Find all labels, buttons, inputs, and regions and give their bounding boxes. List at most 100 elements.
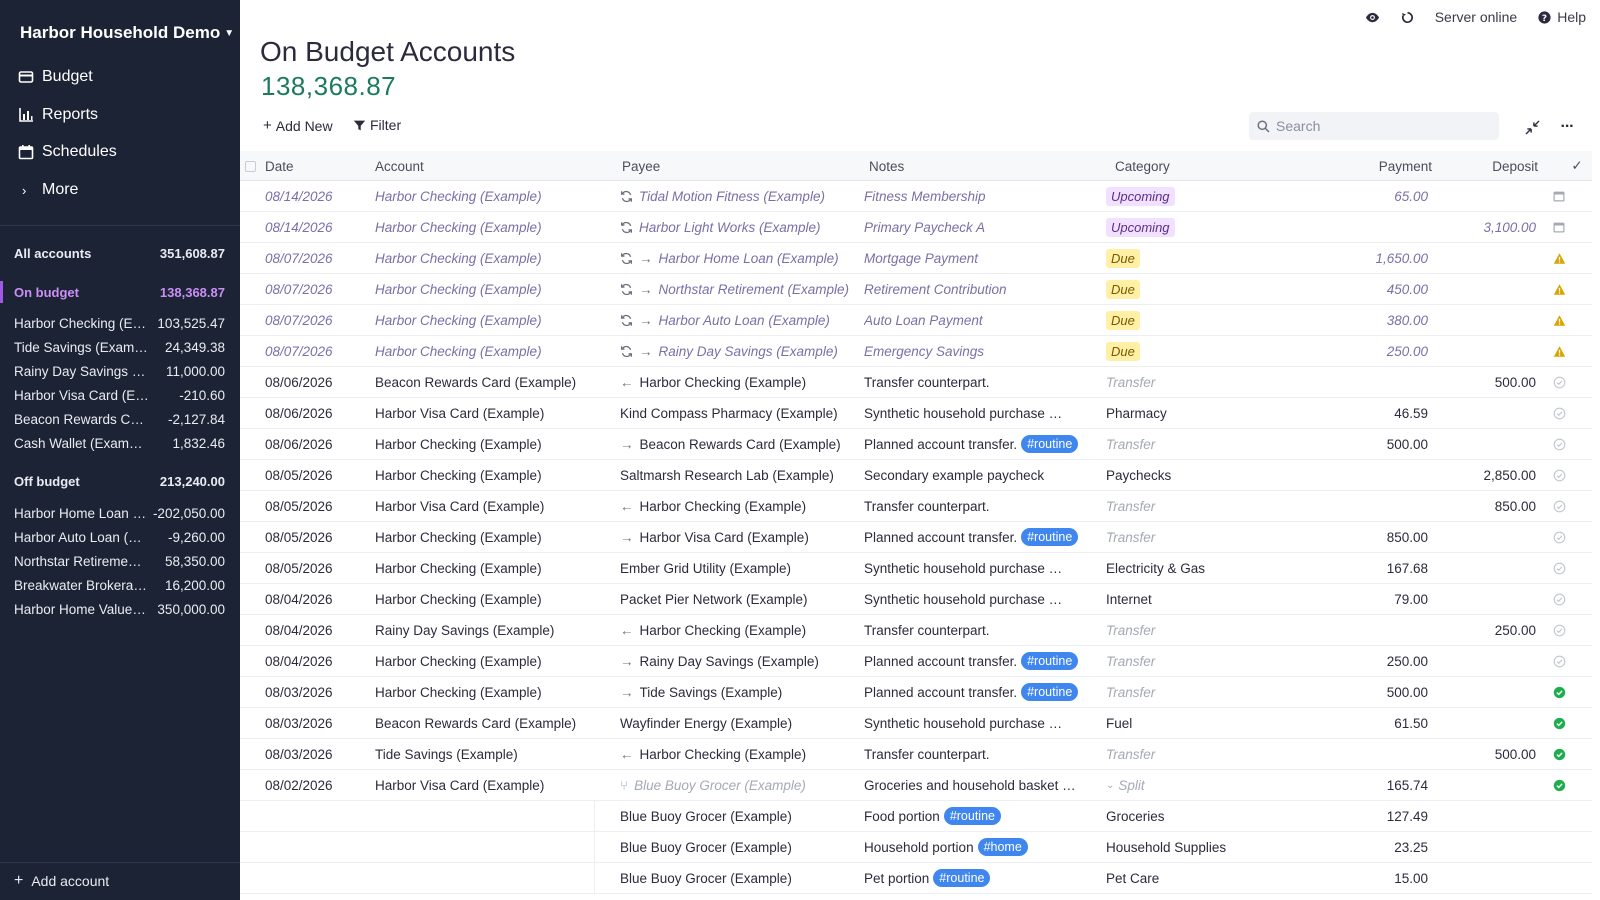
table-row[interactable]: 08/07/2026 Harbor Checking (Example) → Rain… xyxy=(240,336,1592,367)
cell-notes[interactable]: Synthetic household purchase … xyxy=(864,553,1104,583)
cell-payee[interactable]: Packet Pier Network (Example) xyxy=(620,584,860,614)
cell-notes[interactable]: Food portion #routine xyxy=(864,801,1104,831)
more-options-button[interactable]: ··· xyxy=(1556,116,1578,138)
tag-badge[interactable]: #routine xyxy=(1021,435,1079,453)
cell-payee[interactable]: ← Harbor Checking (Example) xyxy=(620,739,860,769)
cell-date[interactable]: 08/04/2026 xyxy=(265,615,365,645)
cell-date[interactable]: 08/14/2026 xyxy=(265,212,365,242)
table-row[interactable]: 08/02/2026 Harbor Visa Card (Example) ⑂ Blu… xyxy=(240,770,1592,801)
table-row[interactable]: 08/03/2026 Tide Savings (Example) ← Harbor … xyxy=(240,739,1592,770)
cell-deposit[interactable] xyxy=(1430,274,1536,304)
cell-category[interactable]: Transfer xyxy=(1106,739,1296,769)
cell-notes[interactable]: Auto Loan Payment xyxy=(864,305,1104,335)
table-row[interactable]: 08/05/2026 Harbor Checking (Example) → Harb… xyxy=(240,522,1592,553)
table-row[interactable]: 08/06/2026 Harbor Checking (Example) → Beac… xyxy=(240,429,1592,460)
cell-payee[interactable]: → Harbor Visa Card (Example) xyxy=(620,522,860,552)
cell-payee[interactable]: → Beacon Rewards Card (Example) xyxy=(620,429,860,459)
cell-account[interactable]: Harbor Checking (Example) xyxy=(375,429,610,459)
cell-payment[interactable]: 79.00 xyxy=(1300,584,1428,614)
nav-budget[interactable]: Budget xyxy=(18,68,93,86)
cell-payee[interactable]: Blue Buoy Grocer (Example) xyxy=(620,832,860,862)
cell-cleared-status[interactable] xyxy=(1550,739,1568,769)
cell-cleared-status[interactable] xyxy=(1550,646,1568,676)
cell-category[interactable]: Pharmacy xyxy=(1106,398,1296,428)
table-row[interactable]: 08/03/2026 Harbor Checking (Example) → Tide… xyxy=(240,677,1592,708)
cell-date[interactable]: 08/05/2026 xyxy=(265,491,365,521)
sync-button[interactable] xyxy=(1400,10,1415,25)
cell-notes[interactable]: Transfer counterpart. xyxy=(864,739,1104,769)
cell-payment[interactable] xyxy=(1300,367,1428,397)
table-row[interactable]: 08/06/2026 Beacon Rewards Card (Example) ←… xyxy=(240,367,1592,398)
cell-payment[interactable]: 850.00 xyxy=(1300,522,1428,552)
cell-payee[interactable]: → Harbor Home Loan (Example) xyxy=(620,243,860,273)
cell-deposit[interactable] xyxy=(1430,553,1536,583)
cell-cleared-status[interactable] xyxy=(1550,522,1568,552)
cell-notes[interactable]: Mortgage Payment xyxy=(864,243,1104,273)
split-subtransaction-row[interactable]: Blue Buoy Grocer (Example) Pet portion #ro… xyxy=(240,863,1592,894)
col-cleared[interactable]: ✓ xyxy=(1568,151,1586,181)
cell-cleared-status[interactable] xyxy=(1550,460,1568,490)
col-account[interactable]: Account xyxy=(375,151,610,181)
cell-category[interactable]: Transfer xyxy=(1106,646,1296,676)
all-accounts[interactable]: All accounts 351,608.87 xyxy=(14,246,225,261)
split-subtransaction-row[interactable]: Blue Buoy Grocer (Example) Household port… xyxy=(240,832,1592,863)
cell-deposit[interactable] xyxy=(1430,398,1536,428)
sidebar-account[interactable]: Harbor Home Value (Example) 350,000.00 xyxy=(14,602,225,617)
col-deposit[interactable]: Deposit xyxy=(1430,151,1538,181)
cell-account[interactable]: Beacon Rewards Card (Example) xyxy=(375,367,610,397)
col-payee[interactable]: Payee xyxy=(622,151,862,181)
cell-date[interactable]: 08/07/2026 xyxy=(265,274,365,304)
cell-payee[interactable]: ← Harbor Checking (Example) xyxy=(620,615,860,645)
cell-cleared-status[interactable] xyxy=(1550,553,1568,583)
cell-category[interactable]: Transfer xyxy=(1106,367,1296,397)
cell-notes[interactable]: Groceries and household basket … xyxy=(864,770,1104,800)
cell-payment[interactable] xyxy=(1300,212,1428,242)
cell-account[interactable]: Harbor Checking (Example) xyxy=(375,584,610,614)
cell-deposit[interactable] xyxy=(1430,305,1536,335)
privacy-toggle[interactable] xyxy=(1365,10,1380,25)
cell-category[interactable]: Household Supplies xyxy=(1106,832,1296,862)
add-account-button[interactable]: + Add account xyxy=(14,872,109,890)
cell-deposit[interactable] xyxy=(1430,243,1536,273)
cell-payee[interactable]: → Tide Savings (Example) xyxy=(620,677,860,707)
cell-deposit[interactable] xyxy=(1430,770,1536,800)
nav-schedules[interactable]: Schedules xyxy=(18,143,117,161)
cell-account[interactable]: Harbor Visa Card (Example) xyxy=(375,398,610,428)
cell-date[interactable]: 08/04/2026 xyxy=(265,646,365,676)
sidebar-account[interactable]: Harbor Home Loan (Example)-202,050.00 xyxy=(14,506,225,521)
table-row[interactable]: 08/14/2026 Harbor Checking (Example) Harbo… xyxy=(240,212,1592,243)
cell-cleared-status[interactable] xyxy=(1550,584,1568,614)
cell-notes[interactable]: Transfer counterpart. xyxy=(864,615,1104,645)
cell-notes[interactable]: Synthetic household purchase … xyxy=(864,708,1104,738)
cell-category[interactable]: Transfer xyxy=(1106,677,1296,707)
cell-payment[interactable]: 500.00 xyxy=(1300,677,1428,707)
cell-payment[interactable] xyxy=(1300,491,1428,521)
cell-payee[interactable]: → Rainy Day Savings (Example) xyxy=(620,336,860,366)
cell-payee[interactable]: Harbor Light Works (Example) xyxy=(620,212,860,242)
cell-account[interactable]: Harbor Checking (Example) xyxy=(375,522,610,552)
cell-cleared-status[interactable] xyxy=(1550,677,1568,707)
cell-notes[interactable]: Planned account transfer. #routine xyxy=(864,677,1104,707)
cell-payment[interactable]: 250.00 xyxy=(1300,336,1428,366)
cell-category[interactable]: Fuel xyxy=(1106,708,1296,738)
tag-badge[interactable]: #routine xyxy=(1021,683,1079,701)
cell-deposit[interactable] xyxy=(1430,677,1536,707)
cell-cleared-status[interactable] xyxy=(1550,708,1568,738)
cell-date[interactable]: 08/03/2026 xyxy=(265,677,365,707)
sidebar-account[interactable]: Breakwater Brokerage (Example) 16,200.00 xyxy=(14,578,225,593)
table-row[interactable]: 08/04/2026 Rainy Day Savings (Example) ← Ha… xyxy=(240,615,1592,646)
cell-account[interactable]: Harbor Checking (Example) xyxy=(375,181,610,211)
tag-badge[interactable]: #routine xyxy=(933,869,991,887)
cell-deposit[interactable]: 500.00 xyxy=(1430,367,1536,397)
sidebar-account[interactable]: Harbor Visa Card (Example) -210.60 xyxy=(14,388,225,403)
budget-name-menu[interactable]: Harbor Household Demo ▼ xyxy=(20,23,234,43)
cell-payment[interactable]: 380.00 xyxy=(1300,305,1428,335)
cell-cleared-status[interactable] xyxy=(1550,770,1568,800)
cell-deposit[interactable]: 3,100.00 xyxy=(1430,212,1536,242)
cell-account[interactable]: Harbor Checking (Example) xyxy=(375,460,610,490)
sidebar-account[interactable]: Northstar Retirement (Example) 58,350.00 xyxy=(14,554,225,569)
col-category[interactable]: Category xyxy=(1115,151,1305,181)
add-new-button[interactable]: + Add New xyxy=(263,117,333,134)
cell-category[interactable]: Pet Care xyxy=(1106,863,1296,893)
sidebar-account[interactable]: Tide Savings (Example) 24,349.38 xyxy=(14,340,225,355)
